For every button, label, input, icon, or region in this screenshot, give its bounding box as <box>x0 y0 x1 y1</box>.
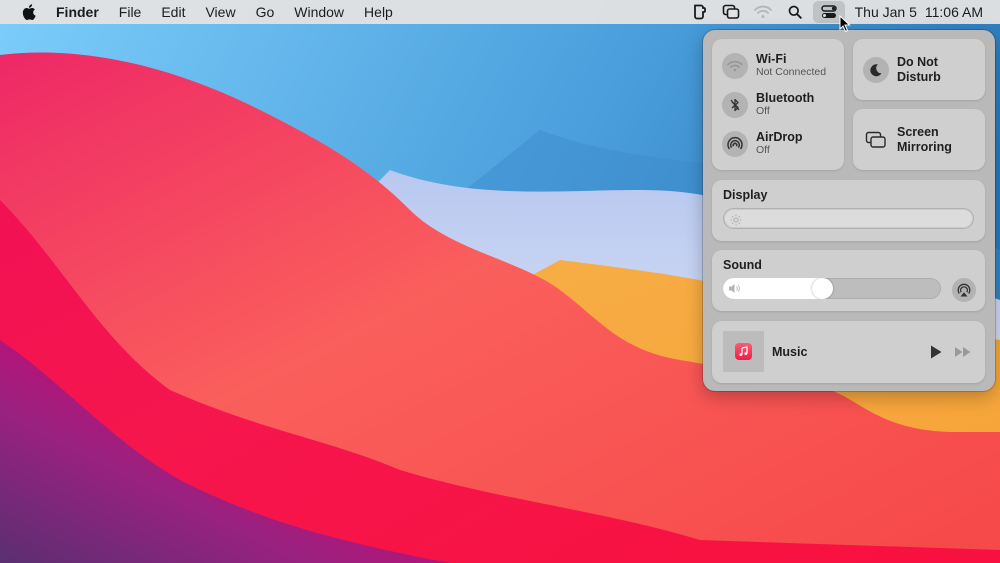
airdrop-title: AirDrop <box>756 130 803 144</box>
screen-mirroring-icon[interactable] <box>715 0 747 24</box>
bluetooth-title: Bluetooth <box>756 91 815 105</box>
speaker-icon <box>728 282 741 295</box>
bluetooth-icon <box>722 91 748 118</box>
menu-app-finder[interactable]: Finder <box>54 0 109 24</box>
bluetooth-status: Off <box>756 105 770 117</box>
menu-view[interactable]: View <box>195 0 245 24</box>
menu-bar-clock[interactable]: Thu Jan 5 11:06 AM <box>847 4 1000 20</box>
clock-time: 11:06 AM <box>924 4 983 20</box>
sound-tile: Sound <box>712 250 985 311</box>
apple-logo-icon[interactable] <box>20 3 38 21</box>
moon-icon <box>863 56 889 83</box>
wifi-status: Not Connected <box>756 66 827 78</box>
control-center-panel: Wi-Fi Not Connected Bluetooth Off AirDro… <box>703 30 995 391</box>
now-playing-tile: Music <box>712 321 985 383</box>
screen-mirroring-tile[interactable]: Screen Mirroring <box>853 109 985 170</box>
connectivity-tile: Wi-Fi Not Connected Bluetooth Off AirDro… <box>712 39 844 170</box>
mirroring-label-line2: Mirroring <box>897 139 952 154</box>
dnd-label-line2: Disturb <box>897 69 941 84</box>
screen-mirroring-icon <box>863 127 889 153</box>
menu-file[interactable]: File <box>109 0 152 24</box>
skip-forward-button[interactable] <box>952 343 974 361</box>
mirroring-label-line1: Screen <box>897 125 939 139</box>
mouse-cursor <box>839 14 851 33</box>
display-tile: Display <box>712 180 985 241</box>
brightness-icon <box>729 213 742 226</box>
do-not-disturb-tile[interactable]: Do Not Disturb <box>853 39 985 100</box>
menu-help[interactable]: Help <box>354 0 403 24</box>
menu-edit[interactable]: Edit <box>151 0 195 24</box>
wifi-title: Wi-Fi <box>756 52 787 66</box>
album-artwork[interactable] <box>723 331 764 372</box>
play-icon <box>931 345 942 359</box>
now-playing-title: Music <box>772 345 808 359</box>
menu-window[interactable]: Window <box>284 0 354 24</box>
airdrop-icon <box>722 130 748 157</box>
airdrop-toggle[interactable]: AirDrop Off <box>722 130 803 157</box>
bluetooth-toggle[interactable]: Bluetooth Off <box>722 91 814 118</box>
volume-slider[interactable] <box>723 278 941 299</box>
wifi-toggle[interactable]: Wi-Fi Not Connected <box>722 52 826 79</box>
volume-slider-knob[interactable] <box>812 278 833 299</box>
search-icon[interactable] <box>779 0 811 24</box>
display-title: Display <box>723 188 768 202</box>
play-button[interactable] <box>928 343 944 361</box>
fast-forward-icon <box>955 347 971 357</box>
wifi-icon[interactable] <box>747 0 779 24</box>
sound-title: Sound <box>723 258 762 272</box>
menu-go[interactable]: Go <box>246 0 285 24</box>
clock-date: Thu Jan 5 <box>854 4 917 20</box>
airdrop-status: Off <box>756 144 770 156</box>
airplay-audio-button[interactable] <box>952 278 976 302</box>
airplay-audio-icon <box>957 283 971 297</box>
dnd-label-line1: Do Not <box>897 55 938 69</box>
phone-icon[interactable] <box>683 0 715 24</box>
wifi-icon <box>722 52 748 79</box>
music-app-icon <box>735 343 752 360</box>
brightness-slider[interactable] <box>723 208 974 229</box>
